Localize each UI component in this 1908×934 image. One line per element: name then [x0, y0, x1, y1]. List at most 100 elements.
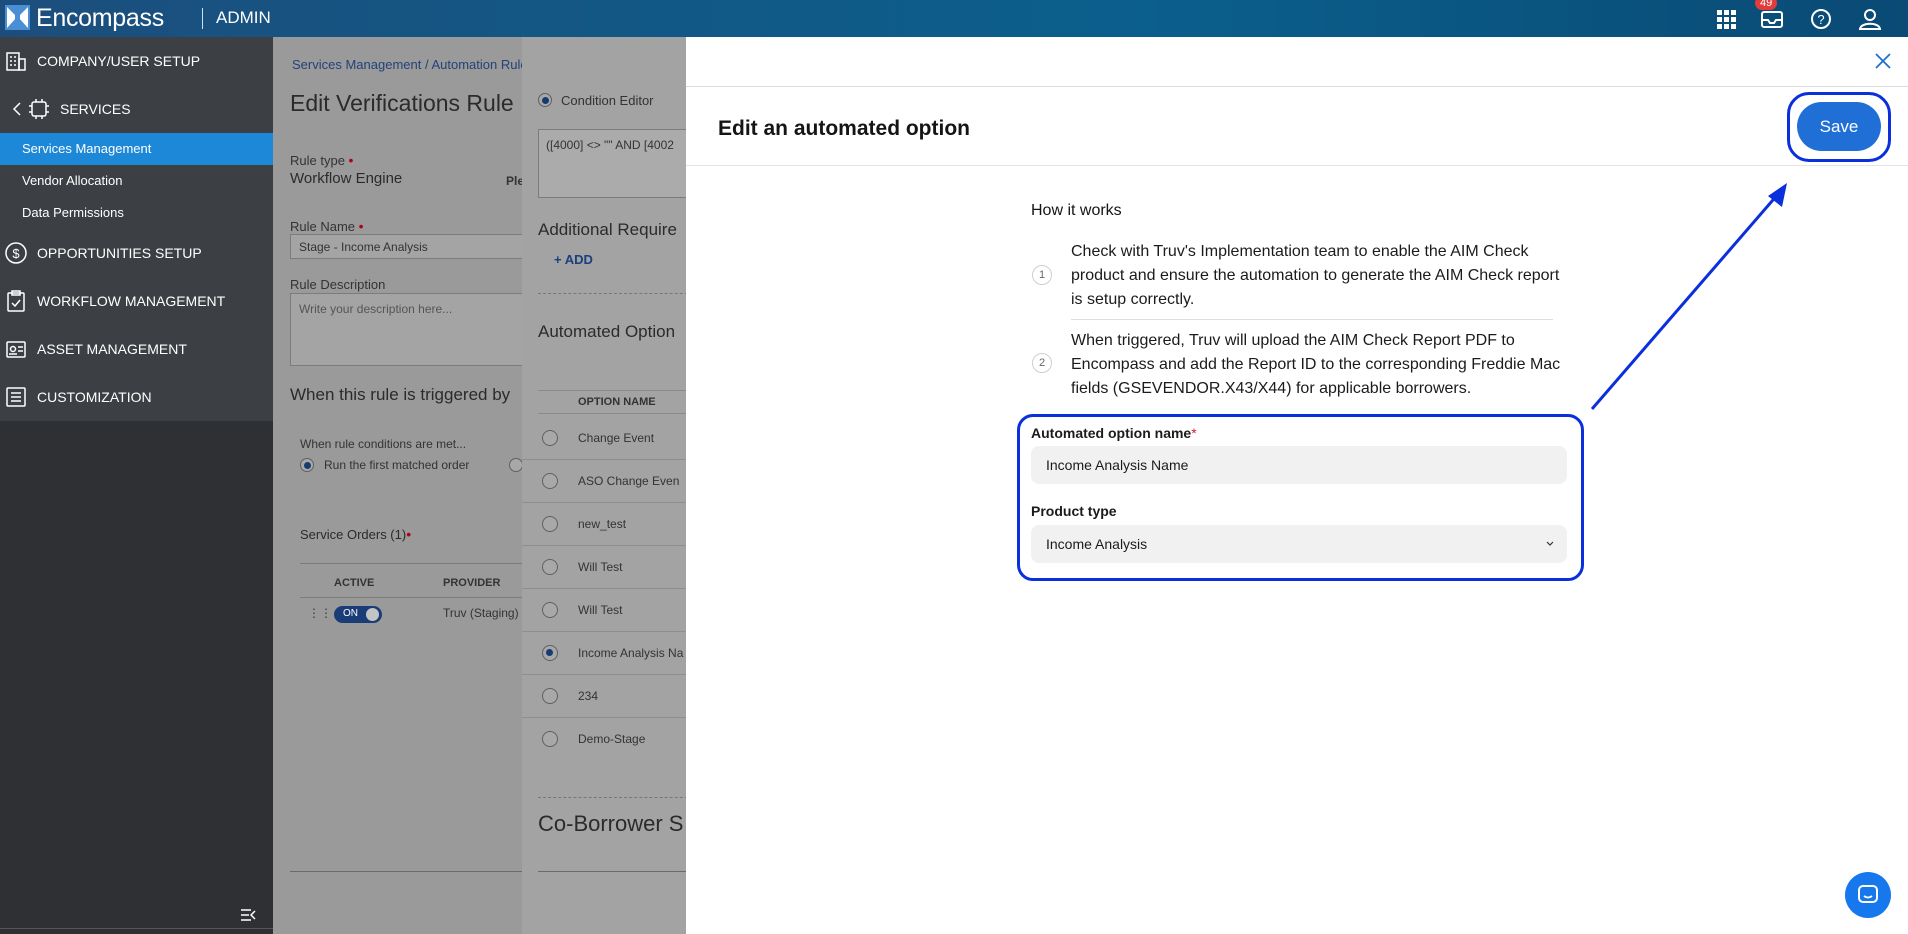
building-icon — [6, 52, 26, 71]
automated-options-heading: Automated Option — [538, 322, 676, 341]
option-row[interactable]: Will Test — [522, 589, 686, 632]
table-row-border — [300, 597, 530, 598]
asset-icon — [6, 341, 26, 358]
condition-editor-label: Condition Editor — [561, 93, 654, 108]
grid-icon[interactable] — [1713, 6, 1739, 32]
co-borrower-heading: Co-Borrower S — [538, 811, 684, 836]
section-divider — [538, 797, 686, 798]
option-row-selected[interactable]: Income Analysis Na — [522, 632, 686, 675]
annotation-arrow-icon — [1590, 183, 1787, 410]
table-header-border — [300, 563, 530, 564]
chat-icon — [1858, 885, 1878, 903]
option-radio[interactable] — [542, 602, 558, 618]
option-name-label: Automated option name* — [1031, 425, 1197, 441]
option-radio[interactable] — [542, 473, 558, 489]
svg-text:$: $ — [12, 246, 20, 261]
drag-handle-icon[interactable]: ⋮⋮ — [308, 606, 332, 620]
active-toggle[interactable]: ON — [334, 606, 382, 623]
option-row[interactable]: new_test — [522, 503, 686, 546]
option-radio[interactable] — [542, 516, 558, 532]
collapse-sidebar-icon[interactable] — [240, 908, 256, 922]
run-first-radio[interactable] — [300, 458, 314, 472]
sidebar-subitem-data-permissions[interactable]: Data Permissions — [0, 197, 273, 229]
option-name-input[interactable] — [1031, 446, 1567, 484]
sidebar-item-asset-management[interactable]: ASSET MANAGEMENT — [0, 325, 273, 373]
drawer-topbar — [686, 37, 1908, 87]
option-radio[interactable] — [542, 645, 558, 661]
option-label: new_test — [578, 517, 627, 531]
panel-bottom-rule — [538, 871, 686, 872]
user-icon[interactable] — [1857, 6, 1883, 32]
step-number: 2 — [1032, 353, 1052, 373]
step-number: 1 — [1032, 265, 1052, 285]
sidebar-item-opportunities-setup[interactable]: $ OPPORTUNITIES SETUP — [0, 229, 273, 277]
sidebar-item-customization[interactable]: CUSTOMIZATION — [0, 373, 273, 421]
product-type-label: Product type — [1031, 503, 1117, 519]
option-row[interactable]: 234 — [522, 675, 686, 718]
option-label: Will Test — [578, 603, 623, 617]
condition-editor-radio[interactable] — [538, 93, 552, 107]
edit-automated-option-drawer: Edit an automated option Save How it wor… — [686, 37, 1908, 934]
dollar-icon: $ — [5, 242, 27, 264]
add-requirement-link[interactable]: + ADD — [554, 252, 593, 267]
chat-launcher-button[interactable] — [1845, 872, 1891, 918]
sidebar-item-label: WORKFLOW MANAGEMENT — [37, 293, 226, 309]
condition-textarea[interactable]: ([4000] <> "" AND [4002 — [538, 129, 686, 198]
page-title: Edit Verifications Rule — [290, 90, 514, 116]
step-divider — [1071, 319, 1553, 320]
rule-type-label: Rule type • — [290, 152, 354, 168]
brand-separator — [202, 8, 203, 29]
sidebar-item-workflow-management[interactable]: WORKFLOW MANAGEMENT — [0, 277, 273, 325]
option-label: ASO Change Even — [578, 474, 680, 488]
rule-type-value: Workflow Engine — [290, 170, 403, 187]
rule-description-input[interactable]: Write your description here... — [290, 293, 530, 366]
sidebar-item-label: OPPORTUNITIES SETUP — [37, 245, 202, 261]
option-label: Will Test — [578, 560, 623, 574]
option-radio[interactable] — [542, 688, 558, 704]
option-label: Income Analysis Na — [578, 646, 684, 660]
sidebar-subitem-services-management[interactable]: Services Management — [0, 133, 273, 165]
chip-icon — [29, 99, 49, 119]
sidebar-item-company-user-setup[interactable]: COMPANY/USER SETUP — [0, 37, 273, 85]
sidebar-item-label: ASSET MANAGEMENT — [37, 341, 187, 357]
product-type-value: Income Analysis — [1046, 536, 1148, 552]
option-row[interactable]: Will Test — [522, 546, 686, 589]
option-radio[interactable] — [542, 430, 558, 446]
product-type-select[interactable]: Income Analysis — [1031, 525, 1567, 563]
conditions-label: When rule conditions are met... — [300, 437, 467, 451]
sidebar: COMPANY/USER SETUP SERVICES Services Man… — [0, 37, 273, 934]
option-label: Demo-Stage — [578, 732, 646, 746]
col-provider: PROVIDER — [443, 577, 501, 589]
sidebar-item-services[interactable]: SERVICES — [0, 85, 273, 133]
option-row[interactable]: ASO Change Even — [522, 460, 686, 503]
option-row[interactable]: Demo-Stage — [522, 718, 686, 761]
list-icon — [6, 387, 26, 407]
step-text: When triggered, Truv will upload the AIM… — [1071, 332, 1561, 397]
svg-text:?: ? — [1817, 12, 1824, 27]
close-icon[interactable] — [1873, 51, 1893, 71]
col-active: ACTIVE — [334, 577, 375, 589]
sidebar-subitem-vendor-allocation[interactable]: Vendor Allocation — [0, 165, 273, 197]
option-label: Change Event — [578, 431, 655, 445]
help-icon[interactable]: ? — [1808, 6, 1834, 32]
option-label: 234 — [578, 689, 599, 703]
provider-value: Truv (Staging) — [443, 606, 519, 620]
encompass-logo-icon — [5, 5, 30, 30]
page-bottom-rule — [290, 871, 530, 872]
rule-description-label: Rule Description — [290, 277, 386, 292]
option-radio[interactable] — [542, 731, 558, 747]
section-divider — [538, 293, 686, 294]
option-radio[interactable] — [542, 559, 558, 575]
rule-name-input[interactable]: Stage - Income Analysis — [290, 234, 530, 259]
notification-badge: 49 — [1755, 0, 1778, 10]
option-row[interactable]: Change Event — [522, 417, 686, 460]
step-text: Check with Truv's Implementation team to… — [1071, 243, 1560, 308]
breadcrumb[interactable]: Services Management / Automation Rule — [292, 57, 528, 72]
chevron-left-icon[interactable] — [12, 102, 22, 116]
sidebar-item-label: CUSTOMIZATION — [37, 389, 152, 405]
other-option-radio[interactable] — [509, 458, 523, 472]
middle-panel: Condition Editor ([4000] <> "" AND [4002… — [522, 37, 686, 934]
additional-requirements-heading: Additional Require — [538, 220, 677, 239]
sidebar-item-label: SERVICES — [60, 101, 131, 117]
options-table-header: OPTION NAME — [538, 390, 686, 414]
